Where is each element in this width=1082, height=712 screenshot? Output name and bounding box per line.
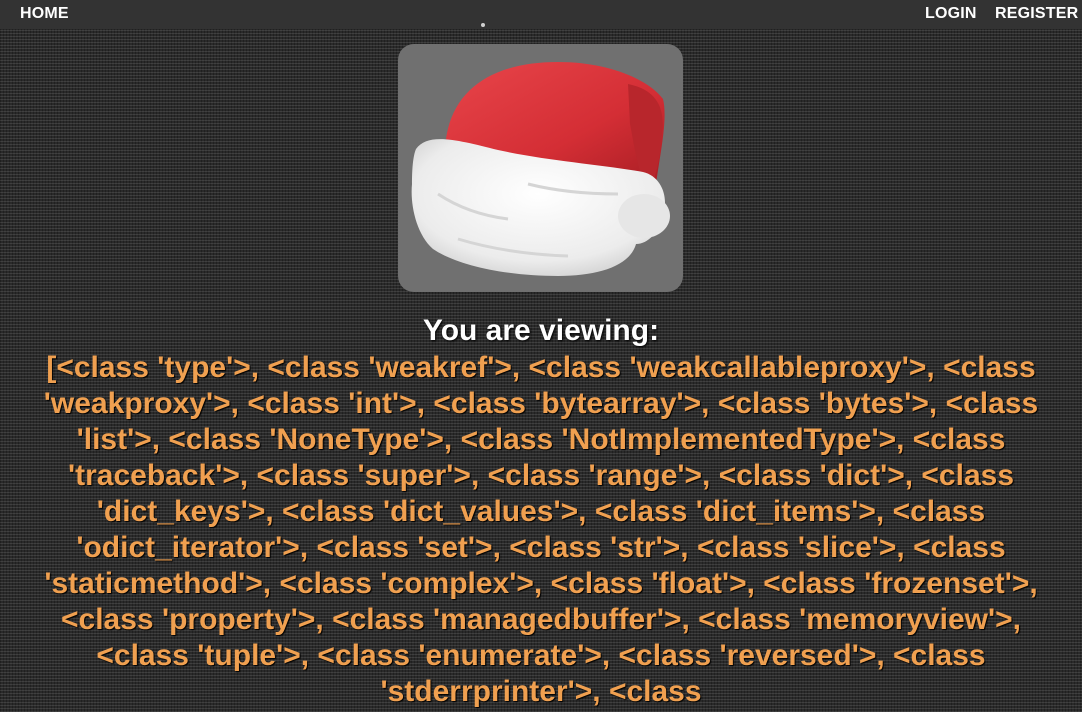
nav-login-link[interactable]: LOGIN bbox=[925, 5, 977, 23]
avatar-image bbox=[398, 44, 683, 292]
santa-hat-icon bbox=[411, 62, 670, 276]
viewing-label: You are viewing: bbox=[422, 314, 660, 347]
nav-home-link[interactable]: HOME bbox=[20, 5, 69, 23]
top-navbar: HOME LOGIN REGISTER bbox=[0, 0, 1082, 29]
viewing-value: [<class 'type'>, <class 'weakref'>, <cla… bbox=[43, 351, 1039, 708]
nav-dot bbox=[481, 23, 485, 27]
nav-register-link[interactable]: REGISTER bbox=[995, 5, 1078, 23]
